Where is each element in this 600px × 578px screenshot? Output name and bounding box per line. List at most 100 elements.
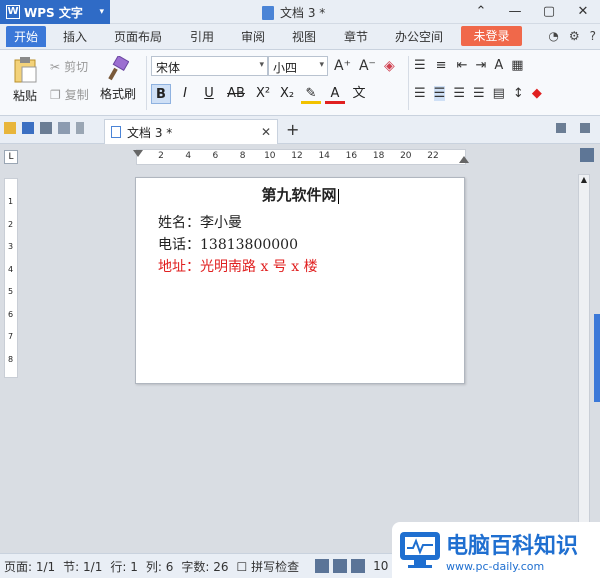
paste-label: 粘贴 <box>12 89 37 103</box>
skin-icon[interactable]: ◔ <box>548 29 558 43</box>
right-indent-marker[interactable] <box>459 156 469 163</box>
font-size-select[interactable]: 小四 ▾ <box>268 56 328 76</box>
maximize-button[interactable]: ▢ <box>532 0 566 24</box>
login-button[interactable]: 未登录 <box>461 26 522 46</box>
print-preview-icon[interactable] <box>58 122 70 134</box>
help-icon[interactable]: ? <box>590 29 596 43</box>
document-page[interactable]: 第九软件网 姓名：李小曼 电话：13813800000 地址：光明南路 x 号 … <box>135 177 465 384</box>
strikethrough-button[interactable]: AB <box>223 84 249 104</box>
collapse-ribbon-icon[interactable]: ⌃ <box>464 0 498 24</box>
cut-button[interactable]: ✂ 剪切 <box>50 58 88 75</box>
justify-icon[interactable]: ☰ <box>473 86 485 101</box>
shading-icon[interactable]: ◆ <box>532 86 542 101</box>
status-row: 行: 1 <box>110 559 138 574</box>
app-button-label: WPS 文字 <box>24 5 83 20</box>
menu-bar: 开始 插入 页面布局 引用 审阅 视图 章节 办公空间 未登录 ◔ ⚙ ? <box>0 24 600 50</box>
caret-down-icon: ▾ <box>99 7 104 17</box>
align-right-icon[interactable]: ☰ <box>453 86 465 101</box>
web-view-icon[interactable] <box>351 559 366 573</box>
new-tab-icon[interactable]: + <box>286 120 299 139</box>
status-column: 列: 6 <box>145 559 174 574</box>
print-icon[interactable] <box>40 122 52 134</box>
increase-indent-icon[interactable]: ⇥ <box>475 58 486 73</box>
tab-references[interactable]: 引用 <box>190 28 214 45</box>
page-view-icon[interactable] <box>315 559 330 573</box>
align-left-icon[interactable]: ☰ <box>414 86 426 101</box>
cut-label: 剪切 <box>64 60 89 74</box>
outline-view-icon[interactable] <box>333 559 348 573</box>
tab-chapter[interactable]: 章节 <box>344 28 368 45</box>
status-section: 节: 1/1 <box>63 559 103 574</box>
tab-review[interactable]: 审阅 <box>241 28 265 45</box>
ribbon-separator <box>146 56 147 110</box>
settings-icon[interactable]: ⚙ <box>569 29 580 43</box>
paste-button[interactable]: 粘贴 <box>6 56 44 104</box>
highlight-icon[interactable]: ✎ <box>301 84 321 104</box>
watermark-title: 电脑百科知识 <box>446 533 579 559</box>
font-name-select[interactable]: 宋体 ▾ <box>151 56 268 76</box>
ruler-tick: 12 <box>291 151 303 161</box>
window-switch-icon[interactable] <box>556 123 566 133</box>
clear-format-icon[interactable]: ◈ <box>384 58 395 74</box>
tab-insert[interactable]: 插入 <box>63 28 87 45</box>
menu-side-icons: ◔ ⚙ ? <box>548 29 596 43</box>
task-pane-icon[interactable] <box>580 148 594 162</box>
document-tab[interactable]: 文档 3 * ✕ <box>104 119 278 144</box>
horizontal-ruler[interactable]: 2 4 6 8 10 12 14 16 18 20 22 <box>133 149 469 165</box>
tab-menu-icon[interactable] <box>580 123 590 133</box>
side-panel-tab[interactable] <box>594 314 600 402</box>
copy-button[interactable]: ❐ 复制 <box>50 86 89 103</box>
align-center-icon[interactable]: ☰ <box>433 86 446 101</box>
tab-view[interactable]: 视图 <box>292 28 316 45</box>
close-button[interactable]: ✕ <box>566 0 600 24</box>
spell-check-toggle[interactable]: ☐ 拼写检查 <box>236 558 307 575</box>
scroll-up-icon[interactable]: ▲ <box>579 175 589 184</box>
format-painter-button[interactable]: 格式刷 <box>98 54 138 102</box>
ruler-tick: 6 <box>212 151 219 161</box>
tab-page-layout[interactable]: 页面布局 <box>114 28 162 45</box>
underline-button[interactable]: U <box>199 84 219 104</box>
tab-stop-selector[interactable]: L <box>4 150 18 164</box>
vertical-ruler[interactable]: 1 2 3 4 5 6 7 8 <box>4 178 18 378</box>
decrease-indent-icon[interactable]: ⇤ <box>457 58 468 73</box>
ruler-tick: 16 <box>345 151 358 161</box>
open-folder-icon[interactable] <box>4 122 16 134</box>
bold-button[interactable]: B <box>151 84 171 104</box>
document-heading[interactable]: 第九软件网 <box>136 184 464 205</box>
distributed-icon[interactable]: ▤ <box>493 86 505 101</box>
line-spacing-icon[interactable]: ↕ <box>513 86 524 101</box>
close-tab-icon[interactable]: ✕ <box>261 125 271 139</box>
vertical-scrollbar[interactable]: ▲ ▼ <box>578 174 590 534</box>
tab-office-space[interactable]: 办公空间 <box>395 28 443 45</box>
numbered-list-icon[interactable]: ≡ <box>436 58 447 73</box>
subscript-button[interactable]: X₂ <box>277 84 297 104</box>
grow-font-icon[interactable]: A⁺ <box>334 58 351 74</box>
font-name-value: 宋体 <box>156 61 181 75</box>
tab-home[interactable]: 开始 <box>6 26 47 47</box>
document-line-phone[interactable]: 电话：13813800000 <box>158 234 298 254</box>
zoom-level[interactable]: 10 <box>373 559 388 573</box>
ruler-tick: 1 <box>8 197 14 206</box>
phonetic-guide-icon[interactable]: 文 <box>349 84 369 104</box>
copy-icon: ❐ <box>50 87 61 102</box>
bullet-list-icon[interactable]: ☰ <box>414 58 426 73</box>
ruler-tick: 8 <box>239 151 246 161</box>
save-icon[interactable] <box>22 122 34 134</box>
document-line-name[interactable]: 姓名：李小曼 <box>158 212 242 232</box>
minimize-button[interactable]: — <box>498 0 532 24</box>
shrink-font-icon[interactable]: A⁻ <box>359 58 376 74</box>
text-effect-icon[interactable]: A <box>494 58 503 73</box>
ruler-tick: 5 <box>8 287 14 296</box>
borders-icon[interactable]: ▦ <box>511 58 523 73</box>
undo-icon[interactable] <box>76 122 84 134</box>
left-indent-marker[interactable] <box>133 150 143 157</box>
superscript-button[interactable]: X² <box>253 84 273 104</box>
wps-app-button[interactable]: W WPS 文字 ▾ <box>0 0 110 24</box>
italic-button[interactable]: I <box>175 84 195 104</box>
scissors-icon: ✂ <box>50 59 61 74</box>
ruler-tick: 22 <box>427 151 439 161</box>
font-color-icon[interactable]: A <box>325 84 345 104</box>
document-line-address[interactable]: 地址：光明南路 x 号 x 楼 <box>158 256 318 276</box>
wps-logo-icon: W <box>6 5 20 19</box>
status-word-count[interactable]: 字数: 26 <box>181 558 228 575</box>
